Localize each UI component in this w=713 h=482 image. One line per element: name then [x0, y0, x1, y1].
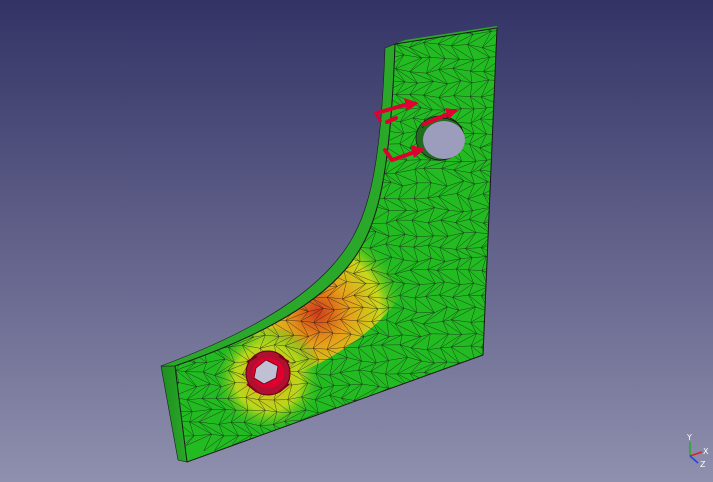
axis-triad: Y X Z: [686, 433, 709, 469]
x-axis-label: X: [703, 447, 709, 456]
lower-bolt-hole-fixed-constraint: [245, 350, 291, 396]
x-axis-line: [689, 451, 703, 457]
3d-viewport[interactable]: Y X Z: [0, 0, 713, 482]
z-axis-label: Z: [700, 460, 706, 469]
z-axis-line: [689, 455, 699, 464]
y-axis-label: Y: [686, 433, 692, 442]
fem-result-model[interactable]: [0, 0, 713, 482]
